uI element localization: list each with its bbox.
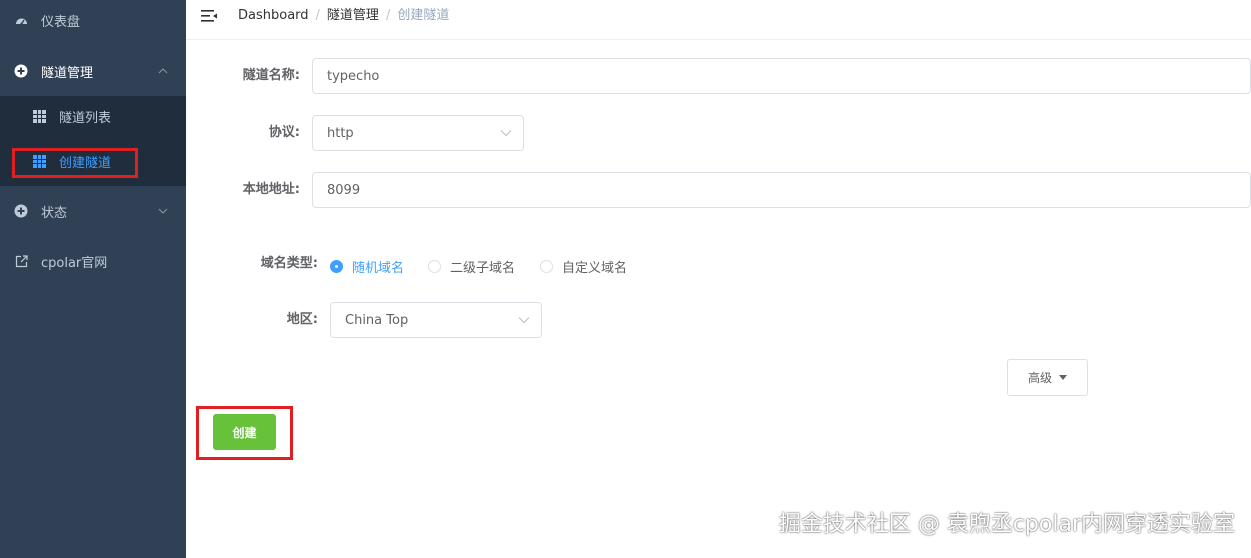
breadcrumb-item[interactable]: 隧道管理 — [327, 8, 379, 24]
chevron-down-icon — [500, 130, 512, 137]
grid-icon — [33, 110, 46, 123]
tunnel-name-value: typecho — [327, 68, 380, 84]
tunnel-name-input[interactable]: typecho — [312, 58, 1251, 94]
highlight-box-create-tunnel — [12, 148, 138, 178]
sidebar-item-status[interactable]: 状态 — [0, 186, 186, 236]
sidebar-item-label: 状态 — [41, 205, 68, 221]
region-label: 地区: — [286, 312, 318, 327]
sidebar-item-cpolar-site[interactable]: cpolar官网 — [0, 236, 186, 286]
chevron-down-icon — [158, 208, 168, 214]
chevron-down-icon — [518, 317, 530, 324]
breadcrumb-item[interactable]: Dashboard — [238, 8, 309, 24]
breadcrumb: Dashboard / 隧道管理 / 创建隧道 — [238, 8, 450, 24]
plus-circle-icon — [14, 204, 28, 218]
caret-down-icon — [1059, 375, 1067, 380]
radio-label: 二级子域名 — [450, 261, 516, 276]
sidebar-item-label: 隧道管理 — [41, 65, 94, 81]
radio-subdomain[interactable]: 二级子域名 — [428, 257, 515, 276]
radio-random-domain[interactable]: 随机域名 — [330, 257, 404, 276]
external-link-icon — [14, 254, 28, 268]
sidebar-item-label: cpolar官网 — [41, 255, 108, 271]
hamburger-menu-icon[interactable] — [201, 9, 217, 23]
local-address-label: 本地地址: — [242, 182, 300, 197]
advanced-button-label: 高级 — [1027, 371, 1052, 385]
region-select[interactable]: China Top — [330, 302, 542, 338]
radio-label: 自定义域名 — [562, 261, 628, 276]
sidebar-item-dashboard[interactable]: 仪表盘 — [0, 0, 186, 45]
local-address-value: 8099 — [327, 182, 361, 198]
protocol-value: http — [327, 125, 354, 141]
radio-custom-domain[interactable]: 自定义域名 — [540, 257, 627, 276]
advanced-dropdown-button[interactable]: 高级 — [1007, 359, 1088, 396]
radio-dot — [428, 260, 441, 273]
create-button-label: 创建 — [232, 425, 257, 440]
local-address-input[interactable]: 8099 — [312, 172, 1251, 208]
chevron-up-icon — [158, 68, 168, 74]
radio-dot — [540, 260, 553, 273]
dashboard-icon — [14, 13, 28, 27]
sidebar-item-tunnel-list[interactable]: 隧道列表 — [0, 94, 186, 139]
tunnel-name-label: 隧道名称: — [242, 68, 300, 83]
protocol-select[interactable]: http — [312, 115, 524, 151]
domain-type-label: 域名类型: — [260, 256, 318, 271]
sidebar-item-label: 隧道列表 — [59, 111, 112, 126]
create-button[interactable]: 创建 — [213, 414, 276, 450]
breadcrumb-item-current: 创建隧道 — [397, 8, 450, 23]
protocol-label: 协议: — [268, 125, 300, 140]
sidebar-item-tunnel-management[interactable]: 隧道管理 — [0, 46, 186, 96]
region-value: China Top — [345, 312, 409, 328]
watermark: 掘金技术社区 @ 袁煦丞cpolar内网穿透实验室 — [778, 512, 1235, 537]
radio-label: 随机域名 — [352, 261, 405, 276]
radio-dot — [330, 260, 343, 273]
plus-circle-icon — [14, 64, 28, 78]
sidebar: 仪表盘 隧道管理 隧道列表 创建隧道 状态 cpolar官网 — [0, 0, 186, 558]
sidebar-item-label: 仪表盘 — [41, 14, 81, 30]
top-navbar: Dashboard / 隧道管理 / 创建隧道 — [186, 0, 1251, 40]
